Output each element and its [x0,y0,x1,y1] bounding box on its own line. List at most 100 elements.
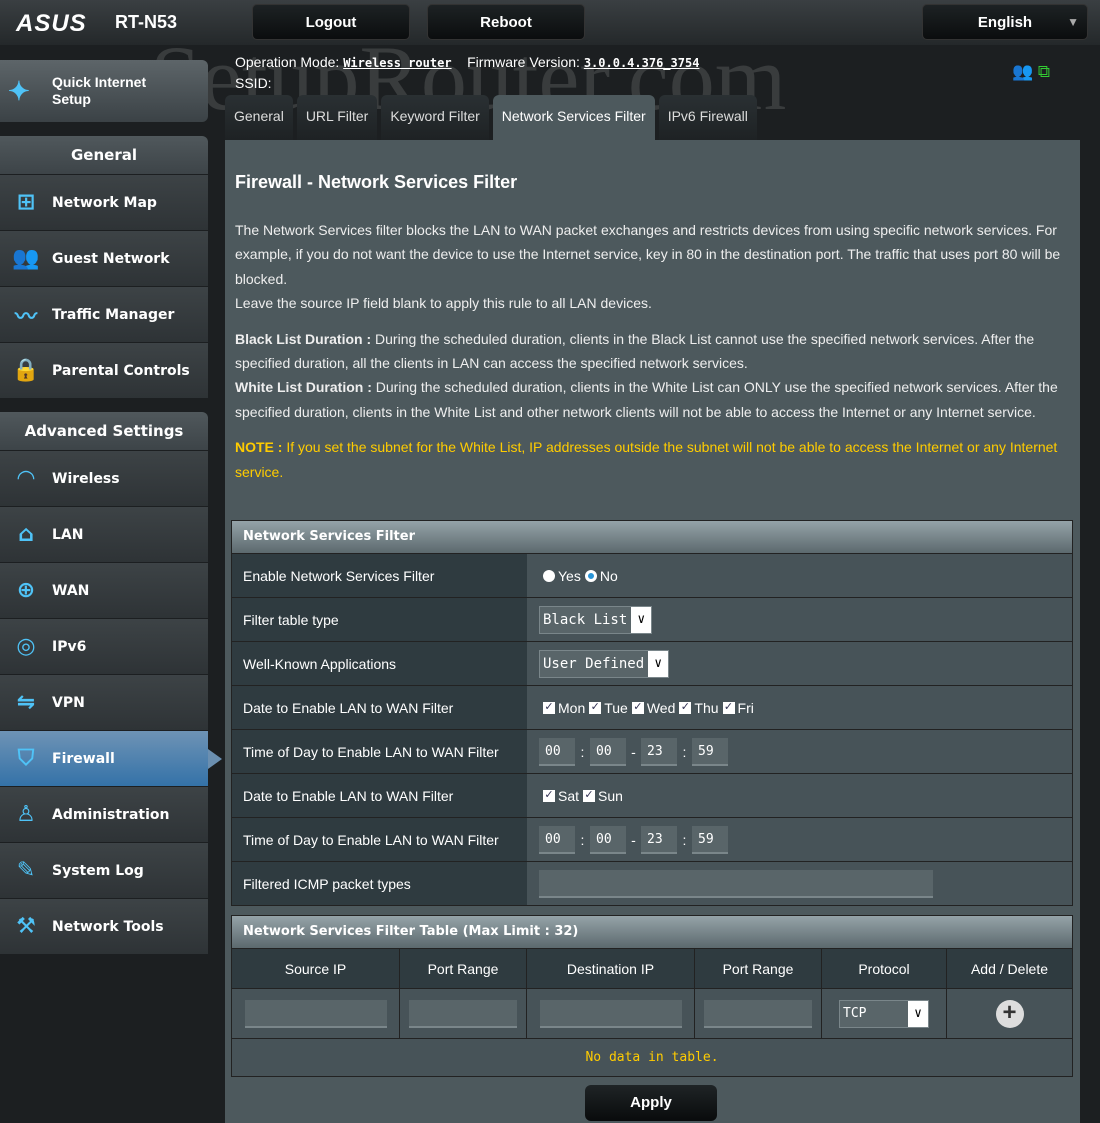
tab-keyword-filter[interactable]: Keyword Filter [381,95,489,140]
logout-button[interactable]: Logout [252,4,410,40]
advanced-settings-header: Advanced Settings [0,412,208,450]
fri-checkbox[interactable]: ✓ [722,701,735,714]
filter-type-select[interactable]: Black List ∨ [539,605,653,634]
sidebar-item-wireless[interactable]: ◠ Wireless [0,450,208,506]
start-hour-input[interactable]: 00 [539,737,575,766]
vpn-icon: ⇋ [16,690,36,715]
sidebar-item-network-tools[interactable]: ⚒ Network Tools [0,898,208,954]
sat-checkbox[interactable]: ✓ [543,789,555,802]
day-label: Thu [694,699,719,716]
table-row: Date to Enable LAN to WAN Filter ✓ Mon ✓ T… [232,685,1072,729]
end-hour-input[interactable]: 23 [641,825,677,854]
destination-ip-input[interactable] [539,999,682,1028]
destination-port-input[interactable] [704,999,812,1028]
item-label: Network Tools [52,918,164,935]
protocol-select[interactable]: TCP ∨ [839,999,929,1028]
sidebar-item-parental-controls[interactable]: 🔒 Parental Controls [0,342,208,398]
item-label: Administration [52,806,170,823]
source-ip-input[interactable] [244,999,387,1028]
add-icon[interactable]: + [995,999,1024,1028]
description: The Network Services filter blocks the L… [235,218,1075,495]
item-label: Wireless [52,470,120,487]
chevron-down-icon: ∨ [648,650,669,677]
end-minute-input[interactable]: 59 [692,825,728,854]
sidebar-item-wan[interactable]: ⊕ WAN [0,562,208,618]
op-mode-label: Operation Mode: [235,54,340,70]
table-row: Time of Day to Enable LAN to WAN Filter … [232,729,1072,773]
desc-text: The Network Services filter blocks the L… [235,222,1061,287]
firmware-link[interactable]: 3.0.0.4.376_3754 [584,56,700,70]
reboot-button[interactable]: Reboot [427,4,585,40]
row-label: Filtered ICMP packet types [232,862,527,905]
sidebar-item-traffic-manager[interactable]: 〰 Traffic Manager [0,286,208,342]
sidebar-item-guest-network[interactable]: 👥 Guest Network [0,230,208,286]
select-value: User Defined [543,655,645,672]
yes-radio[interactable] [543,569,555,582]
sidebar-item-firewall[interactable]: ⛉ Firewall [0,730,222,786]
language-select[interactable]: English ▼ [922,4,1088,40]
chevron-down-icon: ∨ [908,1000,928,1027]
no-radio[interactable] [584,569,597,582]
ssid-label: SSID: [235,75,272,91]
sidebar-item-administration[interactable]: ♙ Administration [0,786,208,842]
well-known-apps-select[interactable]: User Defined ∨ [539,649,670,678]
firmware-label: Firmware Version: [467,54,580,70]
sidebar-item-ipv6[interactable]: ◎ IPv6 [0,618,208,674]
start-hour-input[interactable]: 00 [539,825,575,854]
ipv6-globe-icon: ◎ [16,634,36,659]
log-edit-icon: ✎ [16,858,36,883]
start-minute-input[interactable]: 00 [590,825,626,854]
source-port-input[interactable] [409,999,517,1028]
filter-list-table: Network Services Filter Table (Max Limit… [231,915,1073,1077]
day-label: Sat [558,787,580,804]
row-label: Time of Day to Enable LAN to WAN Filter [232,818,527,861]
thu-checkbox[interactable]: ✓ [679,701,692,714]
table-row: Well-Known Applications User Defined ∨ [232,641,1072,685]
tab-url-filter[interactable]: URL Filter [296,95,378,140]
mon-checkbox[interactable]: ✓ [543,701,555,714]
select-value: Black List [543,611,628,628]
user-icon: ♙ [16,802,36,827]
tab-network-services-filter[interactable]: Network Services Filter [492,95,655,140]
page-title: Firewall - Network Services Filter [235,172,518,192]
item-label: Traffic Manager [52,306,175,323]
table-heading: Network Services Filter [232,521,1072,553]
icmp-types-input[interactable] [539,869,933,898]
item-label: Network Map [52,194,157,211]
tue-checkbox[interactable]: ✓ [589,701,602,714]
tab-general[interactable]: General [225,95,293,140]
filter-settings-table: Network Services Filter Enable Network S… [231,520,1073,906]
top-bar: ASUS RT-N53 Logout Reboot English ▼ [0,0,1100,45]
wand-icon: ✦ [8,75,30,106]
item-label: VPN [52,694,85,711]
item-label: Guest Network [52,250,170,267]
sidebar-item-lan[interactable]: ⌂ LAN [0,506,208,562]
row-label: Date to Enable LAN to WAN Filter [232,774,527,817]
tools-icon: ⚒ [16,914,36,939]
clients-icon[interactable]: 👥 [1012,62,1033,81]
table-row: Date to Enable LAN to WAN Filter ✓ Sat ✓ S… [232,773,1072,817]
wifi-icon: ◠ [17,466,35,491]
table-row: Filtered ICMP packet types [232,861,1072,905]
op-mode-link[interactable]: Wireless router [343,56,451,70]
shield-icon: ⛉ [17,746,35,771]
day-label: Mon [558,699,586,716]
wed-checkbox[interactable]: ✓ [631,701,644,714]
start-minute-input[interactable]: 00 [590,737,626,766]
sidebar-item-vpn[interactable]: ⇋ VPN [0,674,208,730]
apply-button[interactable]: Apply [585,1085,717,1121]
model-name: RT-N53 [115,12,178,32]
end-hour-input[interactable]: 23 [641,737,677,766]
table-row: Enable Network Services Filter Yes No [232,553,1072,597]
sun-checkbox[interactable]: ✓ [583,789,596,802]
globe-icon: ⊕ [16,578,36,603]
table-heading: Network Services Filter Table (Max Limit… [232,916,1072,948]
network-status-icon[interactable]: ⧉ [1038,62,1050,81]
main-panel: Firewall - Network Services Filter The N… [225,140,1080,1123]
tab-ipv6-firewall[interactable]: IPv6 Firewall [658,95,757,140]
end-minute-input[interactable]: 59 [692,737,728,766]
sidebar-item-network-map[interactable]: ⊞ Network Map [0,174,208,230]
sidebar-item-system-log[interactable]: ✎ System Log [0,842,208,898]
quick-internet-setup[interactable]: ✦ Quick Internet Setup [0,60,208,122]
note-label: NOTE : [235,439,283,456]
